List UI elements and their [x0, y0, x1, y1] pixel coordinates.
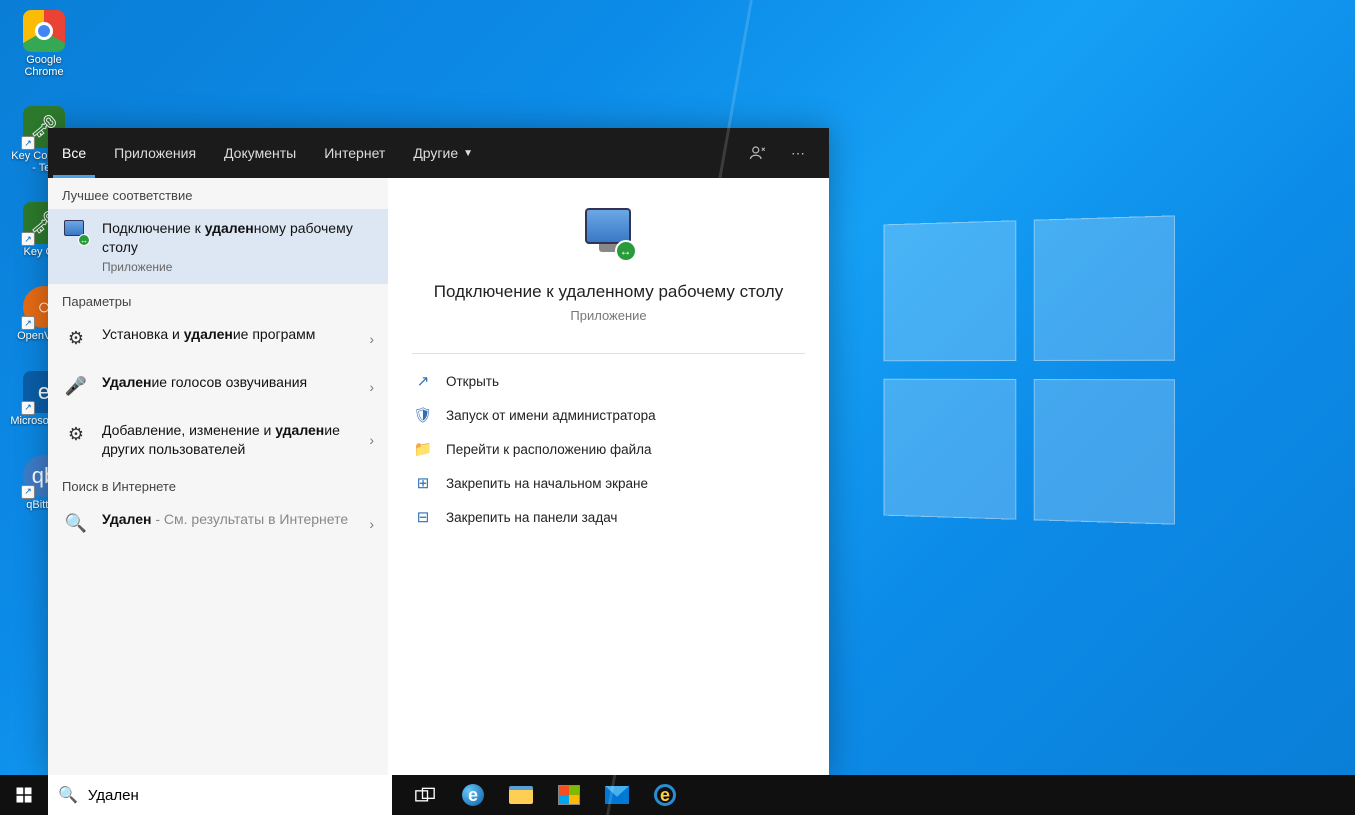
pin-start-icon: ⊞	[414, 474, 432, 492]
search-panel-header: Все Приложения Документы Интернет Другие…	[48, 128, 829, 178]
result-remove-voices[interactable]: 🎤 Удаление голосов озвучивания ›	[48, 363, 388, 411]
action-open-file-location[interactable]: 📁 Перейти к расположению файла	[398, 432, 819, 466]
action-label: Перейти к расположению файла	[446, 442, 652, 457]
preview-title: Подключение к удаленному рабочему столу	[434, 282, 783, 302]
taskbar-app-explorer[interactable]	[498, 775, 544, 815]
action-open[interactable]: ↗ Открыть	[398, 364, 819, 398]
chevron-down-icon: ▼	[463, 148, 473, 159]
folder-icon: 📁	[414, 440, 432, 458]
desktop: Google Chrome 🗝↗ Key Colle 4.1 - Tes 🗝↗ …	[0, 0, 1355, 815]
tab-other[interactable]: Другие▼	[399, 128, 487, 178]
search-icon: 🔍	[58, 785, 78, 805]
start-button[interactable]	[0, 775, 48, 815]
chevron-right-icon: ›	[369, 379, 374, 395]
chevron-right-icon: ›	[369, 516, 374, 532]
search-icon: 🔍	[62, 510, 90, 538]
search-panel: Все Приложения Документы Интернет Другие…	[48, 128, 829, 775]
gear-icon: ⚙	[62, 421, 90, 449]
action-label: Закрепить на панели задач	[446, 510, 617, 525]
tab-apps[interactable]: Приложения	[100, 128, 210, 178]
gear-icon: ⚙	[62, 325, 90, 353]
tab-documents[interactable]: Документы	[210, 128, 310, 178]
section-settings: Параметры	[48, 284, 388, 315]
taskbar-app-edge[interactable]: e	[450, 775, 496, 815]
preview-type: Приложение	[570, 308, 646, 323]
feedback-icon[interactable]	[741, 136, 775, 170]
result-web-search[interactable]: 🔍 Удален - См. результаты в Интернете ›	[48, 500, 388, 548]
admin-icon: 🛡	[414, 406, 432, 424]
pin-taskbar-icon: ⊟	[414, 508, 432, 526]
taskbar-app-mail[interactable]	[594, 775, 640, 815]
section-best-match: Лучшее соответствие	[48, 178, 388, 209]
result-title: Подключение к удаленному рабочему столу	[102, 219, 374, 257]
taskbar-app-ie[interactable]: e	[642, 775, 688, 815]
result-uninstall-programs[interactable]: ⚙ Установка и удаление программ ›	[48, 315, 388, 363]
search-results-list: Лучшее соответствие ↔ Подключение к удал…	[48, 178, 388, 775]
taskbar: 🔍 e e	[0, 775, 1355, 815]
desktop-icon-chrome[interactable]: Google Chrome	[8, 10, 80, 78]
task-view-button[interactable]	[402, 775, 448, 815]
chevron-right-icon: ›	[369, 432, 374, 448]
tab-all[interactable]: Все	[48, 128, 100, 178]
result-manage-users[interactable]: ⚙ Добавление, изменение и удаление други…	[48, 411, 388, 469]
action-label: Закрепить на начальном экране	[446, 476, 648, 491]
tab-internet[interactable]: Интернет	[310, 128, 399, 178]
action-label: Открыть	[446, 374, 499, 389]
chevron-right-icon: ›	[369, 331, 374, 347]
result-rdp[interactable]: ↔ Подключение к удаленному рабочему стол…	[48, 209, 388, 284]
section-web: Поиск в Интернете	[48, 469, 388, 500]
more-options-icon[interactable]: ⋯	[781, 136, 815, 170]
rdp-icon: ↔	[62, 219, 90, 247]
taskbar-app-store[interactable]	[546, 775, 592, 815]
windows-logo-wallpaper	[884, 215, 1175, 524]
action-pin-taskbar[interactable]: ⊟ Закрепить на панели задач	[398, 500, 819, 534]
search-preview-pane: ↔ Подключение к удаленному рабочему стол…	[388, 178, 829, 775]
action-pin-start[interactable]: ⊞ Закрепить на начальном экране	[398, 466, 819, 500]
action-label: Запуск от имени администратора	[446, 408, 656, 423]
desktop-icon-label: Google Chrome	[8, 54, 80, 78]
mic-icon: 🎤	[62, 373, 90, 401]
open-icon: ↗	[414, 372, 432, 390]
taskbar-search-box[interactable]: 🔍	[48, 775, 392, 815]
taskbar-search-input[interactable]	[88, 787, 382, 804]
result-subtitle: Приложение	[102, 260, 374, 274]
preview-app-icon: ↔	[579, 208, 639, 264]
action-run-as-admin[interactable]: 🛡 Запуск от имени администратора	[398, 398, 819, 432]
